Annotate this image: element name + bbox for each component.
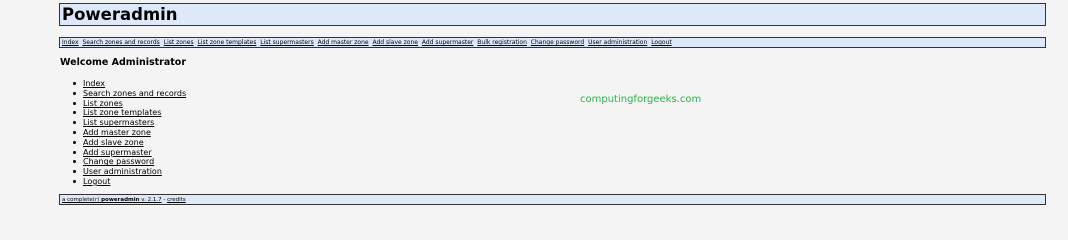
top-menu: Index Search zones and records List zone… (59, 37, 1046, 48)
bullet-icon (73, 130, 76, 134)
welcome-heading: Welcome Administrator (60, 57, 187, 68)
bullet-icon (73, 150, 76, 154)
bullet-icon (73, 160, 76, 164)
bullet-icon (73, 111, 76, 115)
menu-item-list-zones[interactable]: List zones (164, 39, 194, 46)
link-list-zones[interactable]: List zones (83, 99, 123, 108)
footer-project-link[interactable]: a complete(r) poweradmin v. 2.1.7 (62, 197, 162, 203)
menu-item-logout[interactable]: Logout (651, 39, 672, 46)
list-item: Add slave zone (70, 138, 186, 148)
menu-item-add-master-zone[interactable]: Add master zone (318, 39, 369, 46)
link-add-supermaster[interactable]: Add supermaster (83, 148, 152, 157)
menu-item-add-slave-zone[interactable]: Add slave zone (372, 39, 417, 46)
app-title: Poweradmin (62, 5, 178, 24)
menu-item-list-supermasters[interactable]: List supermasters (260, 39, 313, 46)
list-item: List zones (70, 99, 186, 109)
bullet-icon (73, 121, 76, 125)
footer-credits-link[interactable]: credits (167, 197, 186, 203)
list-item: Change password (70, 157, 186, 167)
list-item: User administration (70, 167, 186, 177)
footer-bar: a complete(r) poweradmin v. 2.1.7 - cred… (59, 194, 1046, 205)
link-change-password[interactable]: Change password (83, 157, 154, 166)
main-link-list: Index Search zones and records List zone… (70, 79, 186, 187)
list-item: Add master zone (70, 128, 186, 138)
footer-version: v. 2.1.7 (139, 197, 162, 203)
bullet-icon (73, 82, 76, 85)
link-list-zone-templates[interactable]: List zone templates (83, 108, 161, 117)
bullet-icon (73, 179, 76, 183)
menu-item-user-administration[interactable]: User administration (588, 39, 647, 46)
link-index[interactable]: Index (83, 79, 105, 88)
watermark-text: computingforgeeks.com (580, 94, 702, 105)
header-bar: Poweradmin (59, 3, 1046, 26)
menu-item-bulk-registration[interactable]: Bulk registration (477, 39, 527, 46)
menu-item-index[interactable]: Index (62, 39, 79, 46)
menu-item-search-zones[interactable]: Search zones and records (82, 39, 159, 46)
list-item: Index (70, 79, 186, 89)
link-list-supermasters[interactable]: List supermasters (83, 118, 154, 127)
footer-app-name: poweradmin (101, 197, 140, 203)
menu-item-list-zone-templates[interactable]: List zone templates (198, 39, 257, 46)
list-item: Add supermaster (70, 148, 186, 158)
link-logout[interactable]: Logout (83, 177, 110, 186)
list-item: Logout (70, 177, 186, 187)
link-add-master-zone[interactable]: Add master zone (83, 128, 151, 137)
link-add-slave-zone[interactable]: Add slave zone (83, 138, 144, 147)
list-item: Search zones and records (70, 89, 186, 99)
link-user-administration[interactable]: User administration (83, 167, 162, 176)
list-item: List supermasters (70, 118, 186, 128)
menu-item-change-password[interactable]: Change password (531, 39, 584, 46)
bullet-icon (73, 91, 76, 95)
bullet-icon (73, 140, 76, 144)
bullet-icon (73, 101, 76, 105)
link-search-zones[interactable]: Search zones and records (83, 89, 186, 98)
footer-prefix: a complete(r) (62, 197, 102, 203)
list-item: List zone templates (70, 108, 186, 118)
menu-item-add-supermaster[interactable]: Add supermaster (422, 39, 473, 46)
bullet-icon (73, 170, 76, 174)
